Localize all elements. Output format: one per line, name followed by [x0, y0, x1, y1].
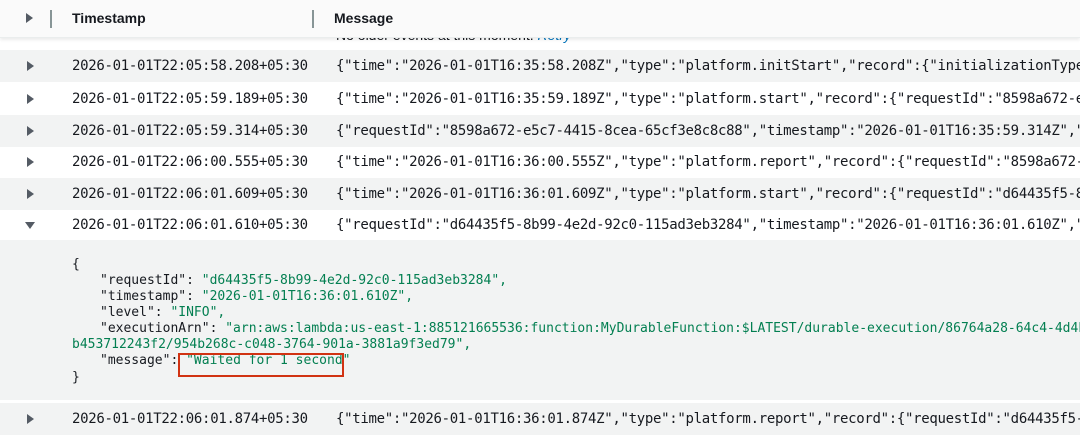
json-key: "level" [100, 305, 155, 320]
json-field-timestamp: "timestamp": "2026-01-01T16:36:01.610Z", [100, 289, 414, 304]
row-timestamp: 2026-01-01T22:05:59.189+05:30 [72, 91, 308, 107]
row-expand-toggle[interactable] [22, 123, 38, 139]
json-open-brace: { [72, 257, 80, 272]
row-collapse-toggle[interactable] [22, 217, 38, 233]
column-divider[interactable] [312, 10, 314, 28]
row-timestamp: 2026-01-01T22:06:01.610+05:30 [72, 217, 308, 233]
row-expand-toggle[interactable] [22, 58, 38, 74]
row-timestamp: 2026-01-01T22:06:01.609+05:30 [72, 186, 308, 202]
row-expand-toggle[interactable] [22, 186, 38, 202]
caret-right-icon [27, 414, 34, 424]
row-timestamp: 2026-01-01T22:06:00.555+05:30 [72, 154, 308, 170]
row-message: {"requestId":"d64435f5-8b99-4e2d-92c0-11… [336, 217, 1080, 233]
log-row[interactable]: 2026-01-01T22:06:01.874+05:30 {"time":"2… [0, 403, 1080, 435]
caret-right-icon [27, 126, 34, 136]
json-key: "timestamp" [100, 289, 187, 304]
row-expand-toggle[interactable] [22, 411, 38, 427]
log-row[interactable]: 2026-01-01T22:06:00.555+05:30 {"time":"2… [0, 146, 1080, 178]
row-expand-toggle[interactable] [22, 91, 38, 107]
log-row[interactable]: 2026-01-01T22:05:58.208+05:30 {"time":"2… [0, 50, 1080, 82]
table-header: Timestamp Message [0, 0, 1080, 38]
caret-down-icon [25, 222, 35, 229]
expand-all-toggle[interactable] [0, 0, 50, 38]
json-value: "INFO", [170, 305, 226, 320]
row-message: {"time":"2026-01-01T16:36:00.555Z","type… [336, 154, 1080, 170]
caret-right-icon [27, 189, 34, 199]
row-message: {"time":"2026-01-01T16:35:58.208Z","type… [336, 58, 1080, 74]
caret-right-icon [27, 157, 34, 167]
caret-right-icon [26, 13, 33, 23]
json-value-continuation: b453712243f2/954b268c-c048-3764-901a-388… [72, 337, 472, 352]
row-timestamp: 2026-01-01T22:06:01.874+05:30 [72, 411, 308, 427]
log-row[interactable]: 2026-01-01T22:05:59.314+05:30 {"requestI… [0, 115, 1080, 147]
caret-right-icon [27, 94, 34, 104]
json-close-brace: } [72, 370, 80, 385]
caret-right-icon [27, 61, 34, 71]
log-row[interactable]: 2026-01-01T22:05:59.189+05:30 {"time":"2… [0, 83, 1080, 115]
log-row[interactable]: 2026-01-01T22:06:01.609+05:30 {"time":"2… [0, 178, 1080, 210]
row-message: {"time":"2026-01-01T16:36:01.609Z","type… [336, 186, 1080, 202]
row-expand-toggle[interactable] [22, 154, 38, 170]
json-field-executionarn: "executionArn": "arn:aws:lambda:us-east-… [100, 321, 1080, 337]
row-message: {"time":"2026-01-01T16:36:01.874Z","type… [336, 411, 1080, 427]
row-timestamp: 2026-01-01T22:05:58.208+05:30 [72, 58, 308, 74]
json-key: "requestId" [100, 273, 187, 288]
column-divider[interactable] [50, 10, 52, 28]
json-field-level: "level": "INFO", [100, 305, 226, 320]
row-timestamp: 2026-01-01T22:05:59.314+05:30 [72, 123, 308, 139]
json-key: "message" [100, 353, 171, 368]
json-field-requestid: "requestId": "d64435f5-8b99-4e2d-92c0-11… [100, 273, 507, 288]
row-message: {"time":"2026-01-01T16:35:59.189Z","type… [336, 91, 1080, 107]
expanded-json-detail: { "requestId": "d64435f5-8b99-4e2d-92c0-… [0, 240, 1080, 400]
json-key: "executionArn" [100, 321, 210, 336]
json-value: "d64435f5-8b99-4e2d-92c0-115ad3eb3284", [201, 273, 507, 288]
row-message: {"requestId":"8598a672-e5c7-4415-8cea-65… [336, 123, 1080, 139]
column-header-timestamp[interactable]: Timestamp [72, 10, 146, 26]
log-row-expanded[interactable]: 2026-01-01T22:06:01.610+05:30 {"requestI… [0, 209, 1080, 241]
json-value: "arn:aws:lambda:us-east-1:885121665536:f… [225, 321, 1080, 336]
highlight-box [178, 353, 344, 377]
json-value: "2026-01-01T16:36:01.610Z", [201, 289, 414, 304]
column-header-message[interactable]: Message [334, 10, 393, 26]
